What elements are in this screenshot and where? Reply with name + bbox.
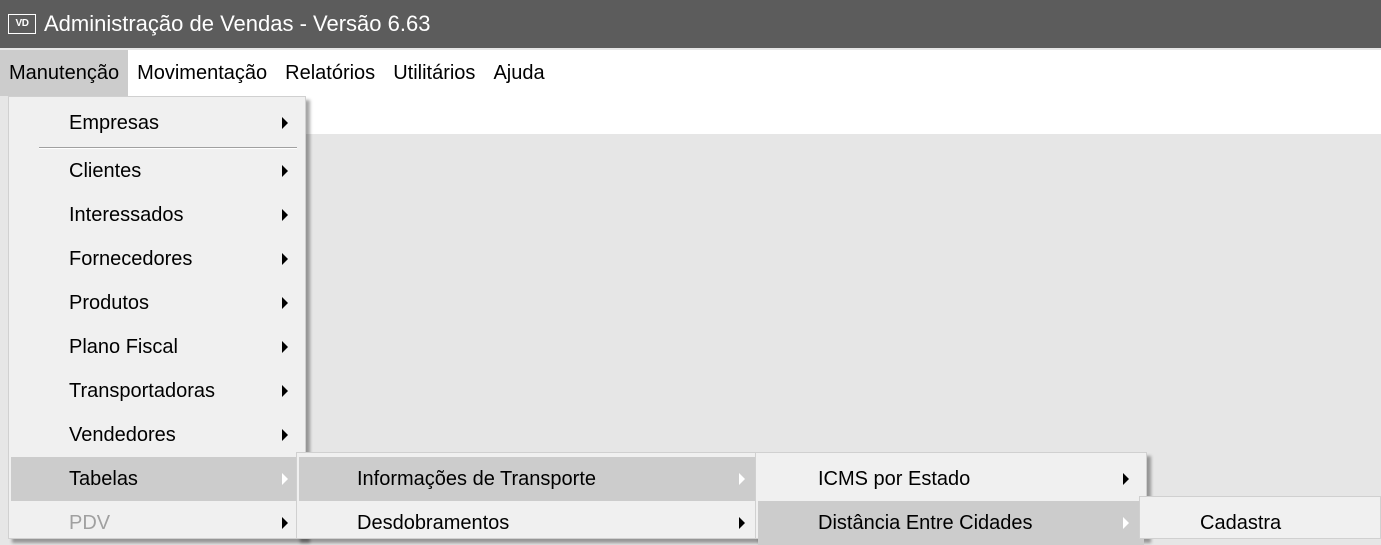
window-title: Administração de Vendas - Versão 6.63 <box>44 11 431 36</box>
menu-item-informacoes-transporte[interactable]: Informações de Transporte <box>299 457 761 501</box>
submenu-arrow-icon <box>282 209 288 221</box>
submenu-arrow-icon <box>282 429 288 441</box>
menu-item-label: Produtos <box>69 291 150 314</box>
menu-item-label: Tabelas <box>69 467 138 490</box>
menu-item-interessados[interactable]: Interessados <box>11 193 303 237</box>
submenu-tabelas: Informações de Transporte Desdobramentos <box>296 452 764 539</box>
menu-item-label: Transportadoras <box>69 379 215 402</box>
toolbar-strip <box>300 96 1381 134</box>
menu-item-label: Interessados <box>69 203 184 226</box>
menu-item-desdobramentos[interactable]: Desdobramentos <box>299 501 761 545</box>
submenu-arrow-icon <box>282 117 288 129</box>
menu-item-label: Distância Entre Cidades <box>818 511 1033 534</box>
submenu-arrow-icon <box>282 253 288 265</box>
menubar-item-utilitarios[interactable]: Utilitários <box>384 50 484 96</box>
menu-item-icms-por-estado[interactable]: ICMS por Estado <box>758 457 1144 501</box>
menu-item-label: Desdobramentos <box>357 511 510 534</box>
menubar-item-movimentacao[interactable]: Movimentação <box>128 50 276 96</box>
menu-item-label: Empresas <box>69 111 160 134</box>
submenu-arrow-icon <box>739 473 745 485</box>
menu-item-tabelas[interactable]: Tabelas <box>11 457 303 501</box>
menu-item-empresas[interactable]: Empresas <box>11 101 303 145</box>
menu-item-produtos[interactable]: Produtos <box>11 281 303 325</box>
app-icon: VD <box>8 14 36 34</box>
submenu-arrow-icon <box>282 297 288 309</box>
menu-item-plano-fiscal[interactable]: Plano Fiscal <box>11 325 303 369</box>
menu-item-label: ICMS por Estado <box>818 467 971 490</box>
submenu-arrow-icon <box>282 341 288 353</box>
menu-item-label: Plano Fiscal <box>69 335 178 358</box>
menu-item-label: Cadastra <box>1200 511 1282 534</box>
submenu-arrow-icon <box>282 385 288 397</box>
menu-item-fornecedores[interactable]: Fornecedores <box>11 237 303 281</box>
menu-manutencao: Empresas Clientes Interessados Fornecedo… <box>8 96 306 539</box>
submenu-arrow-icon <box>282 517 288 529</box>
menu-item-transportadoras[interactable]: Transportadoras <box>11 369 303 413</box>
submenu-arrow-icon <box>1123 517 1129 529</box>
title-bar: VD Administração de Vendas - Versão 6.63 <box>0 0 1381 48</box>
menu-item-label: PDV <box>69 511 111 534</box>
menu-item-label: Vendedores <box>69 423 176 446</box>
menubar-item-relatorios[interactable]: Relatórios <box>276 50 384 96</box>
menu-item-vendedores[interactable]: Vendedores <box>11 413 303 457</box>
submenu-arrow-icon <box>282 473 288 485</box>
menubar-item-ajuda[interactable]: Ajuda <box>484 50 553 96</box>
menu-item-clientes[interactable]: Clientes <box>11 149 303 193</box>
menubar-item-manutencao[interactable]: Manutenção <box>0 50 129 96</box>
submenu-arrow-icon <box>1123 473 1129 485</box>
menu-item-cadastra[interactable]: Cadastra <box>1142 501 1378 545</box>
menu-item-distancia-entre-cidades[interactable]: Distância Entre Cidades <box>758 501 1144 545</box>
menu-bar: Manutenção Movimentação Relatórios Utili… <box>0 50 1381 96</box>
submenu-informacoes-transporte: ICMS por Estado Distância Entre Cidades <box>755 452 1147 545</box>
menu-item-pdv[interactable]: PDV <box>11 501 303 545</box>
submenu-distancia-entre-cidades: Cadastra <box>1139 496 1381 539</box>
menu-item-label: Informações de Transporte <box>357 467 597 490</box>
submenu-arrow-icon <box>282 165 288 177</box>
menu-item-label: Fornecedores <box>69 247 193 270</box>
submenu-arrow-icon <box>739 517 745 529</box>
menu-item-label: Clientes <box>69 159 142 182</box>
